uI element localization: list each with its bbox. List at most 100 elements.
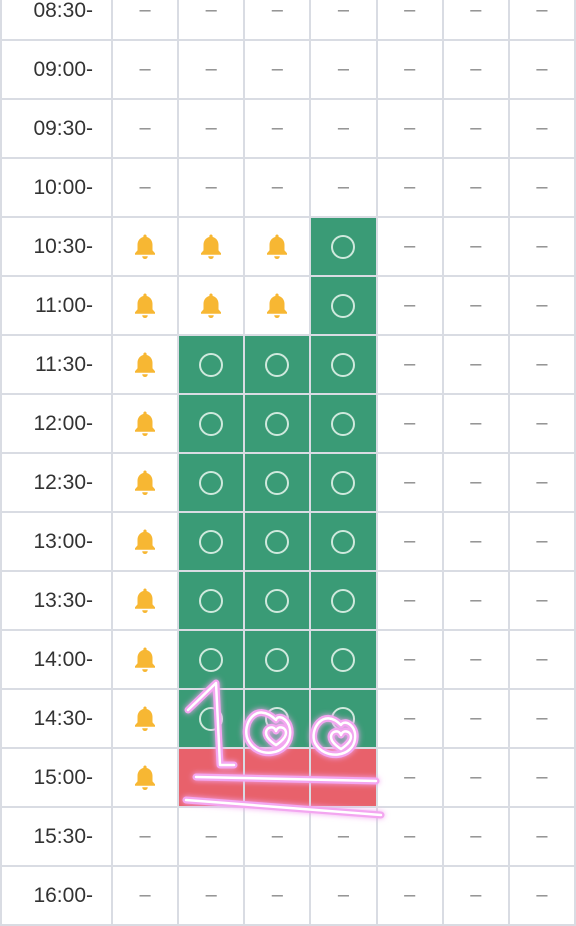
available-slot-cell[interactable] [177, 511, 246, 572]
notify-slot-cell[interactable] [110, 570, 180, 631]
notify-slot-cell[interactable] [110, 747, 180, 808]
unavailable-slot-cell: – [110, 157, 180, 218]
bell-icon [262, 293, 292, 318]
time-label: 12:00- [0, 393, 113, 454]
circle-icon [199, 647, 224, 672]
circle-icon [265, 411, 290, 436]
available-slot-cell[interactable] [243, 452, 312, 513]
available-slot-cell[interactable] [243, 334, 312, 395]
unavailable-slot-cell: – [441, 393, 510, 454]
available-slot-cell[interactable] [309, 334, 378, 395]
unavailable-slot-cell: – [507, 570, 576, 631]
time-slot-row: 09:30- – – – – – – – [0, 98, 576, 159]
time-label: 08:30- [0, 0, 113, 41]
unavailable-slot-cell: – [375, 275, 444, 336]
notify-slot-cell[interactable] [110, 511, 180, 572]
available-slot-cell[interactable] [309, 629, 378, 690]
time-label: 10:00- [0, 157, 113, 218]
available-slot-cell[interactable] [177, 688, 246, 749]
available-slot-cell[interactable] [177, 629, 246, 690]
notify-slot-cell[interactable] [243, 275, 312, 336]
unavailable-slot-cell: – [507, 806, 576, 867]
time-slot-row: 14:30- – – – [0, 688, 576, 749]
notify-slot-cell[interactable] [110, 216, 180, 277]
time-label: 09:00- [0, 39, 113, 100]
unavailable-slot-cell: – [441, 865, 510, 926]
time-slot-row: 09:00- – – – – – – – [0, 39, 576, 100]
circle-icon [331, 352, 356, 377]
unavailable-slot-cell: – [243, 806, 312, 867]
available-slot-cell[interactable] [243, 511, 312, 572]
available-slot-cell[interactable] [309, 275, 378, 336]
available-slot-cell[interactable] [177, 570, 246, 631]
circle-icon [265, 706, 290, 731]
notify-slot-cell[interactable] [110, 275, 180, 336]
unavailable-slot-cell: – [441, 688, 510, 749]
available-slot-cell[interactable] [309, 570, 378, 631]
unavailable-slot-cell: – [177, 865, 246, 926]
notify-slot-cell[interactable] [110, 334, 180, 395]
unavailable-slot-cell: – [375, 806, 444, 867]
unavailable-slot-cell: – [441, 98, 510, 159]
notify-slot-cell[interactable] [177, 275, 246, 336]
notify-slot-cell[interactable] [110, 393, 180, 454]
available-slot-cell[interactable] [309, 216, 378, 277]
schedule-grid: 08:30- – – – – – – –09:00- – – – – – – –09:30- – – – – – – –1… [0, 0, 576, 926]
circle-icon [199, 706, 224, 731]
unavailable-slot-cell: – [309, 98, 378, 159]
unavailable-slot-cell: – [110, 39, 180, 100]
time-label: 09:30- [0, 98, 113, 159]
time-slot-row: 16:00- – – – – – – – [0, 865, 576, 926]
time-label: 12:30- [0, 452, 113, 513]
unavailable-slot-cell: – [507, 216, 576, 277]
available-slot-cell[interactable] [243, 629, 312, 690]
unavailable-slot-cell: – [309, 39, 378, 100]
available-slot-cell[interactable] [243, 393, 312, 454]
time-label: 15:00- [0, 747, 113, 808]
available-slot-cell[interactable] [309, 511, 378, 572]
unavailable-slot-cell: – [507, 275, 576, 336]
notify-slot-cell[interactable] [177, 216, 246, 277]
notify-slot-cell[interactable] [243, 216, 312, 277]
unavailable-slot-cell: – [507, 511, 576, 572]
unavailable-slot-cell: – [177, 157, 246, 218]
bell-icon [130, 529, 160, 554]
available-slot-cell[interactable] [309, 452, 378, 513]
time-label: 13:30- [0, 570, 113, 631]
bell-icon [130, 411, 160, 436]
available-slot-cell[interactable] [243, 570, 312, 631]
notify-slot-cell[interactable] [110, 629, 180, 690]
time-label: 14:00- [0, 629, 113, 690]
available-slot-cell[interactable] [177, 393, 246, 454]
available-slot-cell[interactable] [177, 452, 246, 513]
unavailable-slot-cell: – [441, 157, 510, 218]
time-slot-row: 15:00- – – – [0, 747, 576, 808]
circle-icon [331, 647, 356, 672]
available-slot-cell[interactable] [243, 688, 312, 749]
circle-icon [199, 411, 224, 436]
time-slot-row: 10:30- – – – [0, 216, 576, 277]
unavailable-slot-cell: – [375, 452, 444, 513]
notify-slot-cell[interactable] [110, 452, 180, 513]
unavailable-slot-cell: – [177, 39, 246, 100]
unavailable-slot-cell: – [507, 39, 576, 100]
circle-icon [331, 706, 356, 731]
unavailable-slot-cell: – [441, 39, 510, 100]
reserved-slot-cell [243, 747, 312, 808]
available-slot-cell[interactable] [309, 688, 378, 749]
unavailable-slot-cell: – [507, 98, 576, 159]
unavailable-slot-cell: – [441, 452, 510, 513]
unavailable-slot-cell: – [110, 0, 180, 41]
unavailable-slot-cell: – [110, 806, 180, 867]
available-slot-cell[interactable] [309, 393, 378, 454]
circle-icon [265, 529, 290, 554]
circle-icon [331, 411, 356, 436]
unavailable-slot-cell: – [243, 0, 312, 41]
circle-icon [199, 352, 224, 377]
available-slot-cell[interactable] [177, 334, 246, 395]
notify-slot-cell[interactable] [110, 688, 180, 749]
time-slot-row: 12:30- – – – [0, 452, 576, 513]
time-slot-row: 11:00- – – – [0, 275, 576, 336]
unavailable-slot-cell: – [441, 747, 510, 808]
time-slot-row: 14:00- – – – [0, 629, 576, 690]
